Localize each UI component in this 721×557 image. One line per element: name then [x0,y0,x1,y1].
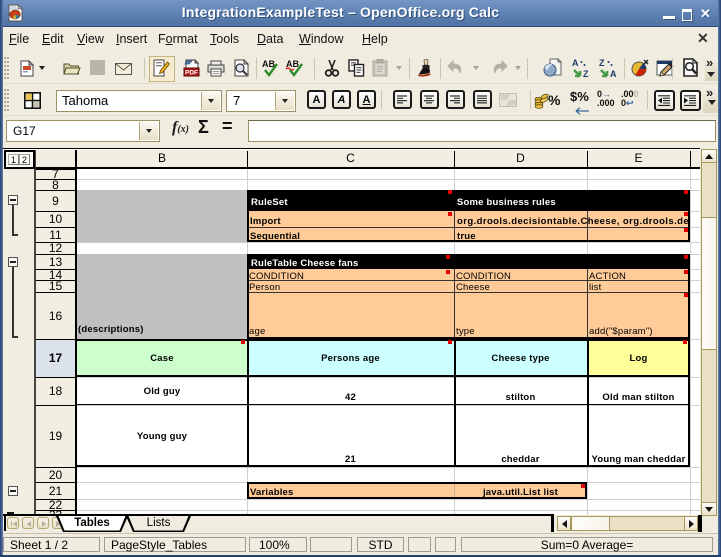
svg-text:A: A [572,58,579,68]
svg-text:PDF: PDF [185,70,198,77]
svg-text:Z: Z [599,58,605,68]
svg-text:Z: Z [583,69,589,78]
svg-text:A: A [610,69,617,78]
